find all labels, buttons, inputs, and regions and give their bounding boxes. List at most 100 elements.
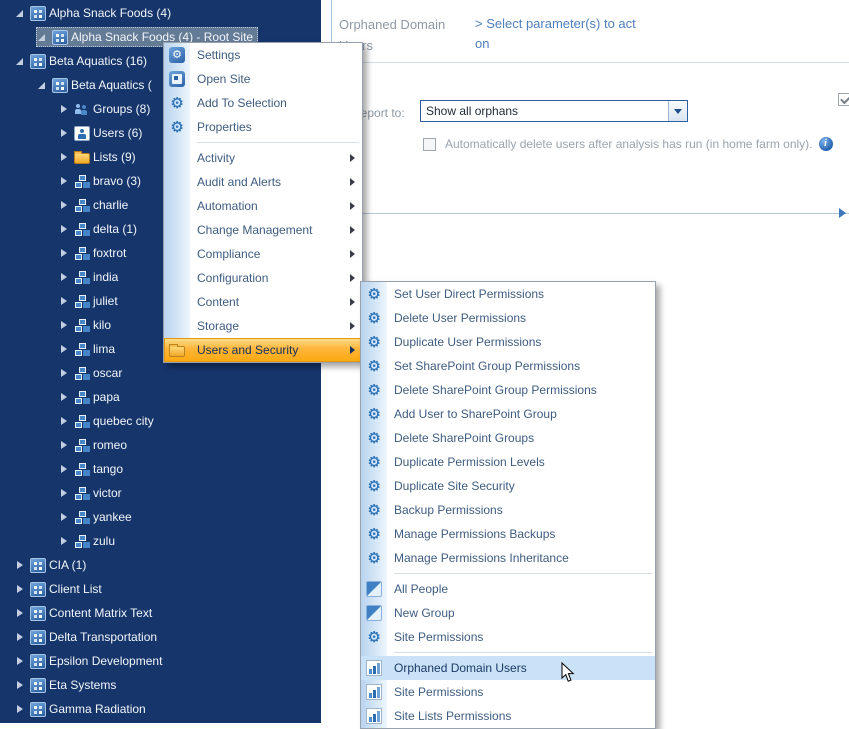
menu-item-label: Compliance: [190, 247, 260, 261]
menu-item[interactable]: Activity: [164, 146, 362, 170]
tree-expand-arrow[interactable]: [58, 294, 72, 308]
tree-expand-arrow[interactable]: [58, 534, 72, 548]
menu-item[interactable]: Storage: [164, 314, 362, 338]
tree-expand-arrow[interactable]: [58, 510, 72, 524]
tree-expand-arrow[interactable]: [14, 630, 28, 644]
menu-item[interactable]: Manage Permissions Backups: [361, 522, 655, 546]
tree-expand-arrow[interactable]: [58, 414, 72, 428]
tree-expand-arrow[interactable]: [58, 222, 72, 236]
tree-item[interactable]: yankee: [0, 505, 321, 529]
menu-item[interactable]: Manage Permissions Inheritance: [361, 546, 655, 570]
tree-item[interactable]: Content Matrix Text: [0, 601, 321, 625]
tree-expand-arrow[interactable]: [14, 702, 28, 716]
submenu-arrow-icon: [350, 346, 355, 354]
menu-item[interactable]: Delete SharePoint Group Permissions: [361, 378, 655, 402]
tree-expand-arrow[interactable]: [58, 486, 72, 500]
tree-item[interactable]: romeo: [0, 433, 321, 457]
corner-checkbox[interactable]: [838, 93, 849, 106]
tree-expand-arrow[interactable]: [14, 654, 28, 668]
tree-expand-arrow[interactable]: [58, 126, 72, 140]
report-to-dropdown[interactable]: Show all orphans: [420, 100, 688, 122]
menu-item-label: All People: [387, 582, 448, 596]
scroll-right-arrow[interactable]: [836, 206, 849, 220]
submenu-arrow-icon: [350, 250, 355, 258]
menu-item[interactable]: Duplicate Permission Levels: [361, 450, 655, 474]
tree-expand-arrow[interactable]: [14, 678, 28, 692]
tree-item[interactable]: Client List: [0, 577, 321, 601]
mouse-cursor: [561, 662, 575, 688]
tree-expand-arrow[interactable]: [36, 30, 50, 44]
menu-item[interactable]: Site Permissions: [361, 625, 655, 649]
tree-item[interactable]: Eta Systems: [0, 673, 321, 697]
tree-expand-arrow[interactable]: [14, 6, 28, 20]
tree-expand-arrow[interactable]: [58, 366, 72, 380]
groups-icon: [74, 102, 90, 117]
menu-item[interactable]: Settings: [164, 43, 362, 67]
menu-item[interactable]: Audit and Alerts: [164, 170, 362, 194]
menu-item[interactable]: Set SharePoint Group Permissions: [361, 354, 655, 378]
tree-expand-arrow[interactable]: [36, 78, 50, 92]
menu-item[interactable]: Properties: [164, 115, 362, 139]
tree-item[interactable]: Alpha Snack Foods (4): [0, 1, 321, 25]
menu-item[interactable]: Add To Selection: [164, 91, 362, 115]
tree-expand-arrow[interactable]: [14, 582, 28, 596]
menu-item[interactable]: Set User Direct Permissions: [361, 282, 655, 306]
menu-item[interactable]: Duplicate User Permissions: [361, 330, 655, 354]
tree-item[interactable]: victor: [0, 481, 321, 505]
tree-expand-arrow[interactable]: [58, 102, 72, 116]
menu-icon-gutter: [361, 704, 387, 728]
tree-item[interactable]: CIA (1): [0, 553, 321, 577]
gear-icon: [366, 382, 382, 398]
tree-item[interactable]: Epsilon Development: [0, 649, 321, 673]
tree-expand-arrow[interactable]: [58, 390, 72, 404]
tree-expand-arrow[interactable]: [14, 54, 28, 68]
tree-item[interactable]: Delta Transportation: [0, 625, 321, 649]
tree-item-label: foxtrot: [90, 246, 126, 260]
menu-item[interactable]: Backup Permissions: [361, 498, 655, 522]
menu-item[interactable]: Site Lists Permissions: [361, 704, 655, 728]
menu-item[interactable]: Automation: [164, 194, 362, 218]
tree-item[interactable]: quebec city: [0, 409, 321, 433]
tree-item[interactable]: papa: [0, 385, 321, 409]
tree-item[interactable]: zulu: [0, 529, 321, 553]
menu-item[interactable]: Configuration: [164, 266, 362, 290]
tree-item-inner: Beta Aquatics (: [36, 75, 157, 95]
menu-item[interactable]: New Group: [361, 601, 655, 625]
gear-icon: [366, 454, 382, 470]
tree-expand-arrow[interactable]: [58, 462, 72, 476]
menu-item[interactable]: Content: [164, 290, 362, 314]
tree-expand-arrow[interactable]: [58, 270, 72, 284]
tree-expand-arrow[interactable]: [14, 558, 28, 572]
menu-item[interactable]: Add User to SharePoint Group: [361, 402, 655, 426]
tree-expand-arrow[interactable]: [58, 198, 72, 212]
tree-expand-arrow[interactable]: [58, 174, 72, 188]
menu-item[interactable]: Orphaned Domain Users: [361, 656, 655, 680]
tree-expand-arrow[interactable]: [58, 438, 72, 452]
menu-item[interactable]: All People: [361, 577, 655, 601]
menu-icon-gutter: [361, 570, 387, 577]
tree-item[interactable]: Gamma Radiation: [0, 697, 321, 721]
tree-item[interactable]: oscar: [0, 361, 321, 385]
menu-item[interactable]: Change Management: [164, 218, 362, 242]
menu-item-label: Properties: [190, 120, 252, 134]
info-icon[interactable]: [819, 137, 833, 151]
menu-item[interactable]: Site Permissions: [361, 680, 655, 704]
menu-item[interactable]: Open Site: [164, 67, 362, 91]
menu-item[interactable]: Users and Security: [164, 338, 362, 362]
tree-expand-arrow[interactable]: [58, 246, 72, 260]
menu-item[interactable]: Duplicate Site Security: [361, 474, 655, 498]
tree-item-inner: Delta Transportation: [14, 627, 162, 647]
subsite-icon: [74, 414, 90, 429]
dropdown-arrow-icon[interactable]: [668, 101, 687, 121]
auto-delete-checkbox[interactable]: [423, 138, 436, 151]
tree-expand-arrow[interactable]: [14, 606, 28, 620]
menu-item[interactable]: Delete SharePoint Groups: [361, 426, 655, 450]
menu-item[interactable]: Compliance: [164, 242, 362, 266]
tree-expand-arrow[interactable]: [58, 342, 72, 356]
tree-expand-arrow[interactable]: [58, 318, 72, 332]
tree-item[interactable]: tango: [0, 457, 321, 481]
menu-item-label: Settings: [190, 48, 240, 62]
menu-item[interactable]: Delete User Permissions: [361, 306, 655, 330]
tree-item-label: juliet: [90, 294, 118, 308]
tree-expand-arrow[interactable]: [58, 150, 72, 164]
